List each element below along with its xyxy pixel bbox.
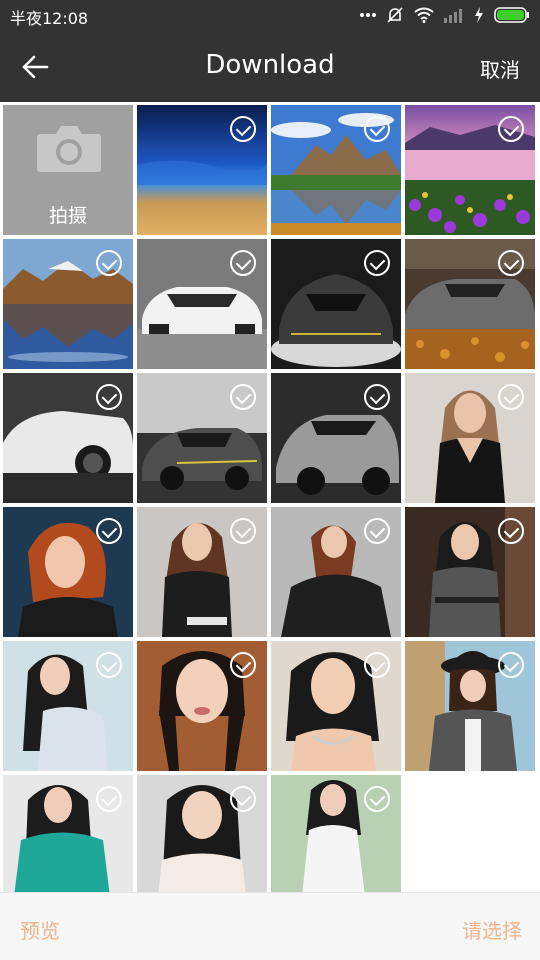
- charging-icon: [475, 7, 483, 23]
- photo-thumbnail[interactable]: [3, 239, 133, 369]
- photo-thumbnail[interactable]: [3, 373, 133, 503]
- page-title: Download: [205, 50, 335, 80]
- wifi-icon: [414, 7, 434, 23]
- photo-thumbnail[interactable]: [405, 641, 535, 771]
- select-check-icon[interactable]: [230, 384, 256, 410]
- photo-thumbnail[interactable]: [137, 239, 267, 369]
- cancel-button[interactable]: 取消: [480, 54, 520, 83]
- photo-thumbnail[interactable]: [271, 373, 401, 503]
- photo-thumbnail[interactable]: [137, 373, 267, 503]
- signal-icon: [444, 9, 462, 23]
- photo-thumbnail[interactable]: [271, 105, 401, 235]
- photo-thumbnail[interactable]: [405, 105, 535, 235]
- status-bar: 半夜12:08: [0, 0, 540, 30]
- photo-thumbnail[interactable]: [271, 775, 401, 892]
- photo-thumbnail[interactable]: [271, 641, 401, 771]
- do-not-disturb-icon: [387, 7, 403, 23]
- select-check-icon[interactable]: [364, 384, 390, 410]
- photo-thumbnail[interactable]: [3, 775, 133, 892]
- select-check-icon[interactable]: [96, 518, 122, 544]
- select-check-icon[interactable]: [498, 384, 524, 410]
- select-check-icon[interactable]: [364, 116, 390, 142]
- camera-tile[interactable]: 拍摄: [3, 105, 133, 235]
- photo-thumbnail[interactable]: [137, 775, 267, 892]
- select-check-icon[interactable]: [364, 518, 390, 544]
- select-check-icon[interactable]: [230, 518, 256, 544]
- select-check-icon[interactable]: [230, 786, 256, 812]
- camera-label: 拍摄: [48, 205, 87, 227]
- select-check-icon[interactable]: [230, 250, 256, 276]
- select-check-icon[interactable]: [96, 250, 122, 276]
- photo-thumbnail[interactable]: [3, 641, 133, 771]
- select-check-icon[interactable]: [498, 652, 524, 678]
- select-check-icon[interactable]: [96, 652, 122, 678]
- status-icons: [360, 3, 530, 27]
- camera-icon: [37, 126, 101, 172]
- select-check-icon[interactable]: [96, 384, 122, 410]
- preview-button[interactable]: 预览: [20, 915, 60, 944]
- photo-thumbnail[interactable]: [271, 507, 401, 637]
- select-check-icon[interactable]: [364, 652, 390, 678]
- photo-thumbnail[interactable]: [137, 641, 267, 771]
- select-check-icon[interactable]: [498, 116, 524, 142]
- battery-icon: [494, 7, 529, 23]
- select-check-icon[interactable]: [364, 250, 390, 276]
- select-check-icon[interactable]: [498, 250, 524, 276]
- select-check-icon[interactable]: [230, 652, 256, 678]
- select-confirm-button[interactable]: 请选择: [462, 915, 522, 944]
- more-dots-icon: [360, 13, 376, 17]
- photo-thumbnail[interactable]: [405, 507, 535, 637]
- photo-grid: 拍摄: [0, 102, 540, 892]
- bottom-action-bar: 预览 请选择: [0, 892, 540, 960]
- photo-thumbnail[interactable]: [3, 507, 133, 637]
- select-check-icon[interactable]: [364, 786, 390, 812]
- select-check-icon[interactable]: [230, 116, 256, 142]
- select-check-icon[interactable]: [498, 518, 524, 544]
- top-toolbar: Download 取消: [0, 30, 540, 102]
- photo-thumbnail[interactable]: [137, 507, 267, 637]
- photo-thumbnail[interactable]: [271, 239, 401, 369]
- status-time: 半夜12:08: [10, 9, 89, 28]
- photo-thumbnail[interactable]: [405, 239, 535, 369]
- photo-thumbnail[interactable]: [405, 373, 535, 503]
- select-check-icon[interactable]: [96, 786, 122, 812]
- photo-thumbnail[interactable]: [137, 105, 267, 235]
